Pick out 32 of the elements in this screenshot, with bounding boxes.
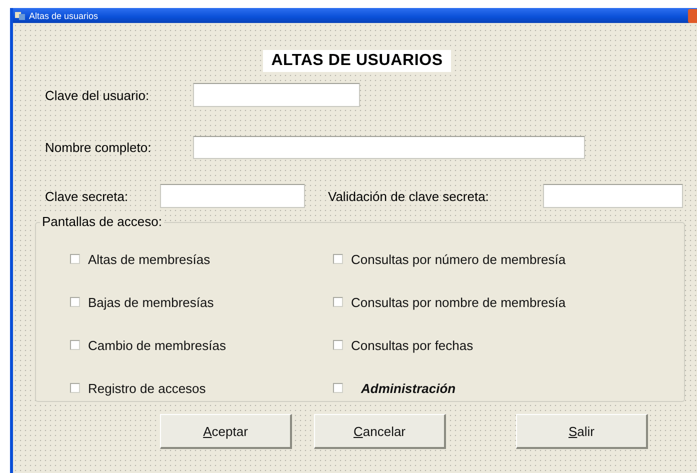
checkbox[interactable] [70, 383, 80, 393]
field-label: Validación de clave secreta: [328, 188, 490, 204]
field-label: Nombre completo: [45, 140, 152, 155]
field-label: Clave del usuario: [45, 88, 150, 102]
checkbox-label: Registro de accesos [88, 380, 206, 396]
checkbox[interactable] [70, 297, 80, 307]
dialog-button[interactable]: Cancelar [314, 414, 446, 449]
checkbox[interactable] [70, 254, 80, 264]
checkbox-label: Consultas por número de membresía [351, 252, 566, 266]
field-label: Clave secreta: [45, 188, 130, 204]
checkbox[interactable] [333, 297, 343, 307]
checkbox[interactable] [333, 383, 343, 393]
checkbox-label: Altas de membresías [88, 252, 210, 266]
close-icon[interactable] [688, 8, 697, 22]
input-field[interactable] [543, 184, 683, 208]
checkbox[interactable] [333, 254, 343, 264]
checkbox[interactable] [333, 340, 343, 350]
checkbox[interactable] [70, 340, 80, 350]
group-title: Pantallas de acceso: [40, 214, 164, 229]
checkbox-label: Consultas por fechas [351, 338, 474, 352]
checkbox-label: Administración [361, 380, 456, 396]
dialog-button[interactable]: Salir [516, 414, 648, 449]
checkbox-label: Consultas por nombre de membresía [351, 294, 566, 310]
input-field[interactable] [193, 136, 585, 159]
form-heading: ALTAS DE USUARIOS [263, 50, 451, 72]
input-field[interactable] [193, 83, 360, 107]
app-icon [15, 11, 25, 20]
dialog-button[interactable]: Aceptar [160, 414, 292, 449]
window-title: Altas de usuarios [29, 10, 98, 20]
checkbox-label: Bajas de membresías [88, 294, 214, 310]
input-field[interactable] [160, 184, 305, 208]
checkbox-label: Cambio de membresías [88, 338, 226, 352]
